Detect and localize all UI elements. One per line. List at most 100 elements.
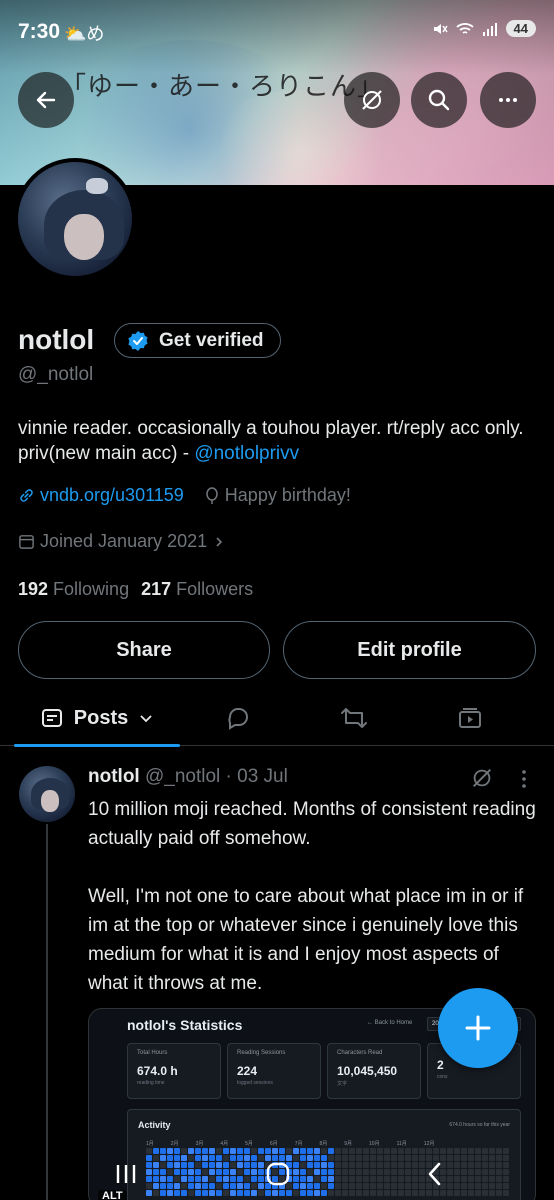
grok-icon: [472, 768, 492, 788]
month-label: 11月: [396, 1141, 407, 1147]
month-label: 9月: [344, 1141, 353, 1147]
profile-handle: @_notlol: [18, 364, 94, 385]
banner-text: 「ゆー・あー・ろりこん」: [60, 72, 385, 102]
search-icon: [428, 89, 450, 111]
month-label: 10月: [369, 1141, 380, 1147]
status-weather: ⛅め: [64, 24, 105, 44]
verified-badge-icon: [128, 330, 148, 351]
month-label: 2月: [170, 1141, 179, 1147]
search-button[interactable]: [411, 72, 467, 128]
signal-icon: [482, 22, 497, 36]
post-avatar[interactable]: [19, 766, 75, 822]
profile-website-link[interactable]: vndb.org/u301159: [18, 485, 184, 506]
month-label: 1月: [146, 1141, 154, 1147]
reply-icon: [228, 708, 248, 730]
joined-text: Joined January 2021: [40, 531, 208, 551]
post-header: notlol @_notlol · 03 Jul: [88, 766, 288, 788]
get-verified-label: Get verified: [159, 329, 264, 351]
month-label: 12月: [423, 1141, 435, 1147]
media-icon: [459, 708, 481, 728]
thread-line: [46, 824, 48, 1200]
repost-icon: [341, 708, 367, 728]
followers-link[interactable]: 217 Followers: [141, 579, 253, 600]
chevron-left-icon: [428, 1162, 441, 1186]
posts-icon: [41, 709, 62, 727]
more-button[interactable]: [480, 72, 536, 128]
bio-mention-link[interactable]: @notlolprivv: [194, 443, 299, 464]
stat-sub: reading time: [137, 1080, 165, 1086]
post-more-button[interactable]: [516, 768, 532, 795]
following-label: Following: [53, 579, 130, 599]
month-label: 6月: [269, 1141, 278, 1147]
mute-icon: [433, 23, 448, 34]
plus-icon: [465, 1015, 491, 1041]
month-label: 4月: [220, 1141, 229, 1147]
alt-badge[interactable]: ALT: [98, 1190, 127, 1200]
activity-title: Activity: [138, 1120, 171, 1130]
tab-reposts[interactable]: [330, 690, 378, 746]
stat-label: Reading Sessions: [237, 1050, 286, 1056]
month-label: 3月: [195, 1141, 204, 1147]
link-icon: [20, 489, 33, 502]
stat-value: 224: [237, 1064, 258, 1078]
post-text: 10 million moji reached. Months of consi…: [88, 799, 536, 994]
stat-sub: 文字: [337, 1081, 348, 1087]
followers-label: Followers: [176, 579, 254, 599]
wifi-icon: [455, 22, 474, 34]
recent-apps-icon: [116, 1165, 136, 1183]
stat-card: Characters Read 10,045,450 文字: [327, 1043, 421, 1099]
edit-profile-button[interactable]: Edit profile: [283, 621, 536, 679]
stat-value: 10,045,450: [337, 1064, 398, 1078]
stat-card: Reading Sessions 224 logged sessions: [227, 1043, 321, 1099]
status-bar: 7:30 ⛅め 44: [0, 0, 554, 60]
following-count: 192: [18, 579, 49, 599]
system-nav-bar: [0, 1150, 554, 1200]
month-label: 7月: [294, 1141, 303, 1147]
followers-count: 217: [141, 579, 172, 599]
month-label: 5月: [245, 1141, 253, 1147]
profile-name: notlol: [18, 324, 95, 355]
home-button[interactable]: [248, 1152, 308, 1196]
chevron-down-icon: [140, 715, 152, 723]
joined-date-row[interactable]: Joined January 2021: [18, 531, 226, 552]
tab-posts[interactable]: Posts: [14, 690, 180, 747]
stat-sub: logged sessions: [237, 1080, 273, 1086]
month-label: 8月: [319, 1141, 328, 1147]
get-verified-button[interactable]: Get verified: [114, 323, 281, 358]
home-icon: [266, 1162, 290, 1186]
tab-posts-label: Posts: [73, 706, 129, 729]
battery-indicator: 44: [505, 20, 536, 37]
stat-card: Total Hours 674.0 h reading time: [127, 1043, 221, 1099]
tab-media[interactable]: [446, 690, 494, 746]
tab-replies[interactable]: [214, 690, 262, 746]
system-back-button[interactable]: [405, 1152, 465, 1196]
arrow-left-icon: [36, 91, 56, 109]
birthday-text: Happy birthday!: [224, 485, 351, 505]
stat-label: Total Hours: [137, 1050, 168, 1056]
status-time: 7:30: [18, 20, 61, 43]
birthday-info: Happy birthday!: [204, 485, 351, 506]
activity-summary: 674.0 hours so far this year: [449, 1122, 510, 1128]
following-link[interactable]: 192 Following: [18, 579, 129, 600]
post-handle-date: @_notlol · 03 Jul: [144, 766, 288, 787]
profile-tabs: Posts: [0, 690, 554, 747]
grok-button[interactable]: [344, 72, 400, 128]
post-grok-button[interactable]: [470, 766, 494, 795]
more-vertical-icon: [522, 770, 526, 788]
stat-label: Characters Read: [337, 1050, 383, 1056]
profile-avatar[interactable]: [14, 158, 136, 280]
embed-title: notlol's Statistics: [127, 1017, 243, 1033]
chevron-right-icon: [216, 536, 223, 547]
activity-months: 1月 2月 3月 4月 5月 6月 7月 8月 9月 10月 11月 12月: [146, 1140, 434, 1147]
follow-stats: 192 Following 217 Followers: [18, 579, 253, 600]
website-text: vndb.org/u301159: [40, 485, 184, 505]
back-button[interactable]: [18, 72, 74, 128]
more-horizontal-icon: [499, 98, 517, 102]
profile-meta-row: vndb.org/u301159 Happy birthday!: [18, 485, 351, 506]
share-button[interactable]: Share: [18, 621, 270, 679]
profile-bio: vinnie reader. occasionally a touhou pla…: [18, 416, 538, 466]
post-author[interactable]: notlol: [88, 766, 140, 787]
balloon-icon: [206, 486, 218, 504]
compose-button[interactable]: [438, 988, 518, 1068]
grok-icon: [362, 90, 382, 110]
